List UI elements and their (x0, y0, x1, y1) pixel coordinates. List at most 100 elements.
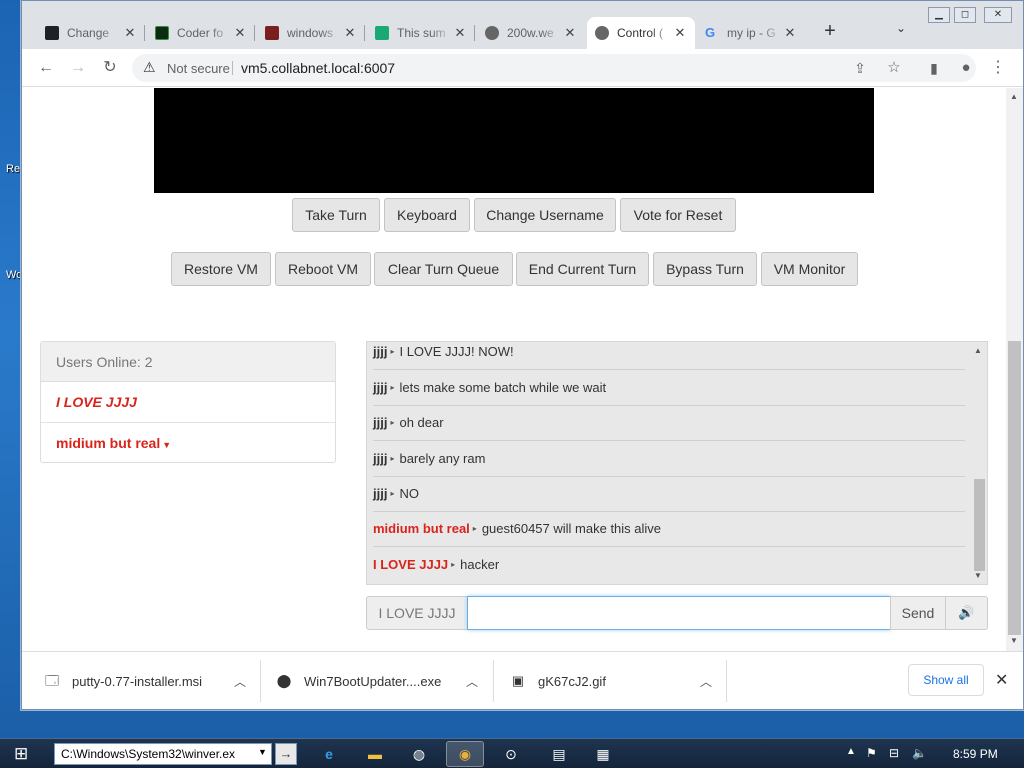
browser-tab[interactable]: This sum ✕ (367, 17, 475, 49)
scrollbar-thumb[interactable] (974, 479, 985, 571)
network-icon[interactable]: ⊟ (889, 746, 899, 760)
browser-tab[interactable]: 200w.we ✕ (477, 17, 585, 49)
clear-turn-queue-button[interactable]: Clear Turn Queue (374, 252, 513, 286)
action-center-icon[interactable]: ⚑ (866, 746, 877, 760)
tab-title: Control ( (617, 26, 664, 40)
warning-icon[interactable]: ⚠ (143, 59, 156, 76)
start-button[interactable]: ⊞ (14, 744, 28, 764)
browser-tab[interactable]: windows ✕ (257, 17, 365, 49)
app-icon[interactable]: ⊙ (492, 741, 530, 767)
close-icon[interactable]: ✕ (995, 670, 1008, 690)
chat-message: midium but real ▸ guest60457 will make thi… (373, 511, 965, 547)
chat-message: I LOVE JJJJ ▸ hacker (373, 546, 965, 582)
download-filename: Win7BootUpdater....exe (304, 673, 442, 689)
speaker-button[interactable]: 🔊 (945, 596, 988, 630)
send-button[interactable]: Send (890, 596, 946, 630)
vote-reset-button[interactable]: Vote for Reset (620, 198, 736, 232)
close-icon[interactable]: ✕ (233, 25, 247, 41)
maximize-button[interactable]: ◻ (954, 7, 976, 23)
arrow-icon: ▸ (451, 559, 456, 569)
go-button[interactable]: → (275, 743, 297, 765)
scroll-up-icon[interactable]: ▲ (974, 346, 982, 355)
chevron-up-icon[interactable]: ︿ (234, 673, 246, 690)
show-all-button[interactable]: Show all (908, 664, 984, 696)
chevron-up-icon[interactable]: ︿ (466, 673, 478, 690)
scrollbar-thumb[interactable] (1008, 341, 1021, 635)
notepad-icon[interactable]: ▤ (540, 741, 578, 767)
close-icon[interactable]: ✕ (453, 25, 467, 41)
chat-text: I LOVE JJJJ! NOW! (399, 344, 514, 359)
forward-icon[interactable]: → (68, 58, 88, 78)
close-icon[interactable]: ✕ (563, 25, 577, 41)
keyboard-button[interactable]: Keyboard (384, 198, 470, 232)
profile-icon[interactable]: ● (956, 58, 976, 78)
chat-input[interactable] (467, 596, 891, 630)
vm-monitor-button[interactable]: VM Monitor (761, 252, 858, 286)
sidepanel-icon[interactable]: ▮ (924, 58, 944, 78)
address-bar[interactable]: ⚠ Not secure vm5.collabnet.local:6007 ⇪ … (132, 54, 976, 82)
reboot-vm-button[interactable]: Reboot VM (275, 252, 371, 286)
window-icon[interactable]: ▦ (584, 741, 622, 767)
browser-tab[interactable]: G my ip - G ✕ (697, 17, 805, 49)
star-icon[interactable]: ☆ (884, 58, 904, 78)
taskbar: ⊞ C:\Windows\System32\winver.ex ▼ → e ▬ … (0, 738, 1024, 768)
close-icon[interactable]: ✕ (343, 25, 357, 41)
divider (232, 61, 233, 75)
page-scrollbar[interactable]: ▲ ▼ (1006, 88, 1023, 651)
browser-tab[interactable]: Change ✕ (37, 17, 145, 49)
download-item[interactable]: 🗔 putty-0.77-installer.msi ︿ (44, 652, 264, 710)
volume-icon[interactable]: 🔈 (912, 746, 927, 760)
run-input[interactable]: C:\Windows\System32\winver.ex (54, 743, 272, 765)
desktop-label[interactable]: Wo (6, 269, 22, 281)
chrome-icon[interactable]: ◉ (446, 741, 484, 767)
share-icon[interactable]: ⇪ (850, 58, 870, 78)
chevron-up-icon[interactable]: ︿ (700, 673, 712, 690)
download-item[interactable]: ▣ gK67cJ2.gif ︿ (510, 652, 730, 710)
paint-icon[interactable]: ◍ (400, 741, 438, 767)
user-name: I LOVE JJJJ (56, 394, 137, 410)
dropdown-icon[interactable]: ▼ (258, 747, 267, 757)
divider (260, 660, 261, 702)
chat-username: midium but real (373, 521, 470, 536)
chat-username: jjjj (373, 380, 388, 395)
browser-toolbar: ← → ↻ ⚠ Not secure vm5.collabnet.local:6… (22, 49, 1023, 87)
change-username-button[interactable]: Change Username (474, 198, 616, 232)
take-turn-button[interactable]: Take Turn (292, 198, 380, 232)
new-tab-button[interactable]: + (818, 19, 842, 43)
user-item[interactable]: I LOVE JJJJ (41, 382, 335, 423)
clock[interactable]: 8:59 PM (953, 747, 998, 761)
close-window-button[interactable]: ✕ (984, 7, 1012, 23)
close-icon[interactable]: ✕ (673, 25, 687, 41)
download-item[interactable]: ⬤ Win7BootUpdater....exe ︿ (276, 652, 496, 710)
chat-scrollbar[interactable]: ▲ ▼ (971, 342, 987, 584)
chat-text: lets make some batch while we wait (399, 380, 607, 395)
tab-title: 200w.we (507, 26, 554, 40)
url-text[interactable]: vm5.collabnet.local:6007 (241, 60, 395, 76)
vm-screen[interactable] (154, 88, 874, 193)
tray-expand-icon[interactable]: ▲ (846, 746, 856, 757)
explorer-icon[interactable]: ▬ (356, 741, 394, 767)
desktop-label[interactable]: Re (6, 163, 20, 175)
restore-vm-button[interactable]: Restore VM (171, 252, 271, 286)
end-current-turn-button[interactable]: End Current Turn (516, 252, 649, 286)
scroll-down-icon[interactable]: ▼ (974, 571, 982, 580)
ie-icon[interactable]: e (310, 741, 348, 767)
menu-icon[interactable]: ⋮ (988, 58, 1008, 78)
caret-down-icon[interactable]: ▼ (162, 440, 171, 450)
user-item[interactable]: midium but real ▼ (41, 423, 335, 464)
user-name: midium but real (56, 435, 161, 451)
security-label[interactable]: Not secure (167, 61, 230, 76)
minimize-button[interactable]: ▁ (928, 7, 950, 23)
tab-search-icon[interactable]: ⌄ (896, 21, 906, 35)
back-icon[interactable]: ← (36, 58, 56, 78)
chat-username: jjjj (373, 486, 388, 501)
close-icon[interactable]: ✕ (783, 25, 797, 41)
close-icon[interactable]: ✕ (123, 25, 137, 41)
bypass-turn-button[interactable]: Bypass Turn (653, 252, 757, 286)
browser-tab[interactable]: Coder fo ✕ (147, 17, 255, 49)
reload-icon[interactable]: ↻ (100, 58, 120, 78)
scroll-down-icon[interactable]: ▼ (1010, 636, 1018, 645)
browser-tab-active[interactable]: Control ( ✕ (587, 17, 695, 49)
scroll-up-icon[interactable]: ▲ (1010, 92, 1018, 101)
arrow-icon: ▸ (390, 347, 395, 356)
